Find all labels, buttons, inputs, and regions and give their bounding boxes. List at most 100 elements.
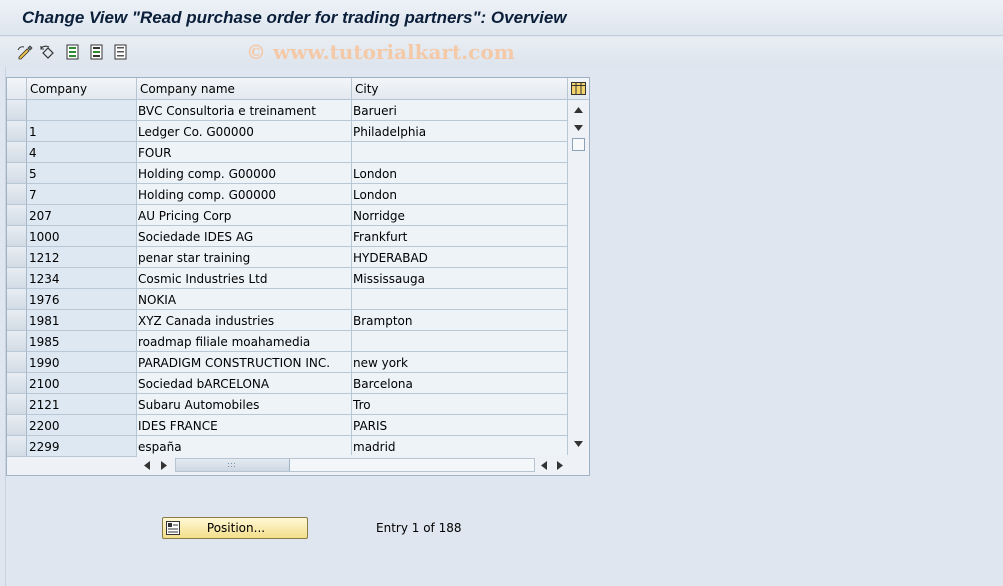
deselect-icon[interactable] bbox=[111, 42, 131, 62]
city-cell[interactable]: Barueri bbox=[352, 100, 568, 121]
select-all-column-header[interactable] bbox=[7, 78, 27, 100]
company-cell[interactable]: 1234 bbox=[27, 268, 137, 289]
city-cell[interactable]: Brampton bbox=[352, 310, 568, 331]
company-cell[interactable] bbox=[27, 100, 137, 121]
company-name-cell[interactable]: Sociedad bARCELONA bbox=[137, 373, 352, 394]
row-selector[interactable] bbox=[7, 184, 27, 205]
city-cell[interactable]: Norridge bbox=[352, 205, 568, 226]
company-name-cell[interactable]: PARADIGM CONSTRUCTION INC. bbox=[137, 352, 352, 373]
city-cell[interactable]: madrid bbox=[352, 436, 568, 457]
column-header-company-name[interactable]: Company name bbox=[137, 78, 352, 100]
table-row[interactable]: 5 Holding comp. G00000 London bbox=[7, 163, 568, 184]
table-row[interactable]: 2121 Subaru Automobiles Tro bbox=[7, 394, 568, 415]
row-selector[interactable] bbox=[7, 310, 27, 331]
scroll-left-end-icon[interactable] bbox=[539, 460, 549, 470]
row-selector[interactable] bbox=[7, 415, 27, 436]
undo-icon[interactable] bbox=[38, 42, 58, 62]
company-name-cell[interactable]: Holding comp. G00000 bbox=[137, 163, 352, 184]
scroll-thumb[interactable] bbox=[572, 138, 585, 151]
horizontal-scrollbar[interactable] bbox=[137, 455, 568, 475]
table-row[interactable]: 2200 IDES FRANCE PARIS bbox=[7, 415, 568, 436]
scroll-up-icon[interactable] bbox=[573, 104, 584, 115]
table-row[interactable]: 207 AU Pricing Corp Norridge bbox=[7, 205, 568, 226]
company-cell[interactable]: 207 bbox=[27, 205, 137, 226]
city-cell[interactable]: Philadelphia bbox=[352, 121, 568, 142]
row-selector[interactable] bbox=[7, 352, 27, 373]
row-selector[interactable] bbox=[7, 268, 27, 289]
table-row[interactable]: 1000 Sociedade IDES AG Frankfurt bbox=[7, 226, 568, 247]
company-cell[interactable]: 2100 bbox=[27, 373, 137, 394]
table-row[interactable]: 1985 roadmap filiale moahamedia bbox=[7, 331, 568, 352]
company-name-cell[interactable]: FOUR bbox=[137, 142, 352, 163]
table-row[interactable]: 1981 XYZ Canada industries Brampton bbox=[7, 310, 568, 331]
scroll-left-icon[interactable] bbox=[142, 460, 152, 470]
city-cell[interactable]: London bbox=[352, 163, 568, 184]
company-cell[interactable]: 1000 bbox=[27, 226, 137, 247]
company-cell[interactable]: 1976 bbox=[27, 289, 137, 310]
row-selector[interactable] bbox=[7, 100, 27, 121]
row-selector[interactable] bbox=[7, 394, 27, 415]
company-name-cell[interactable]: Cosmic Industries Ltd bbox=[137, 268, 352, 289]
city-cell[interactable]: Tro bbox=[352, 394, 568, 415]
row-selector[interactable] bbox=[7, 163, 27, 184]
scroll-right-icon[interactable] bbox=[159, 460, 169, 470]
company-name-cell[interactable]: AU Pricing Corp bbox=[137, 205, 352, 226]
table-row[interactable]: 2299 españa madrid bbox=[7, 436, 568, 457]
table-row[interactable]: BVC Consultoria e treinament Barueri bbox=[7, 100, 568, 121]
table-row[interactable]: 1976 NOKIA bbox=[7, 289, 568, 310]
row-selector[interactable] bbox=[7, 436, 27, 457]
company-name-cell[interactable]: Sociedade IDES AG bbox=[137, 226, 352, 247]
company-name-cell[interactable]: españa bbox=[137, 436, 352, 457]
row-selector[interactable] bbox=[7, 289, 27, 310]
company-cell[interactable]: 5 bbox=[27, 163, 137, 184]
city-cell[interactable]: Mississauga bbox=[352, 268, 568, 289]
company-name-cell[interactable]: XYZ Canada industries bbox=[137, 310, 352, 331]
city-cell[interactable]: PARIS bbox=[352, 415, 568, 436]
row-selector[interactable] bbox=[7, 121, 27, 142]
row-selector[interactable] bbox=[7, 205, 27, 226]
company-name-cell[interactable]: Holding comp. G00000 bbox=[137, 184, 352, 205]
city-cell[interactable]: London bbox=[352, 184, 568, 205]
scroll-right-end-icon[interactable] bbox=[555, 460, 565, 470]
company-name-cell[interactable]: NOKIA bbox=[137, 289, 352, 310]
city-cell[interactable]: HYDERABAD bbox=[352, 247, 568, 268]
table-settings-icon[interactable] bbox=[568, 78, 589, 100]
company-name-cell[interactable]: BVC Consultoria e treinament bbox=[137, 100, 352, 121]
company-name-cell[interactable]: penar star training bbox=[137, 247, 352, 268]
company-cell[interactable]: 1985 bbox=[27, 331, 137, 352]
company-cell[interactable]: 7 bbox=[27, 184, 137, 205]
city-cell[interactable]: Barcelona bbox=[352, 373, 568, 394]
company-cell[interactable]: 2121 bbox=[27, 394, 137, 415]
table-row[interactable]: 1 Ledger Co. G00000 Philadelphia bbox=[7, 121, 568, 142]
company-cell[interactable]: 1212 bbox=[27, 247, 137, 268]
company-cell[interactable]: 4 bbox=[27, 142, 137, 163]
row-selector[interactable] bbox=[7, 226, 27, 247]
city-cell[interactable] bbox=[352, 331, 568, 352]
table-row[interactable]: 1234 Cosmic Industries Ltd Mississauga bbox=[7, 268, 568, 289]
table-row[interactable]: 1212 penar star training HYDERABAD bbox=[7, 247, 568, 268]
row-selector[interactable] bbox=[7, 373, 27, 394]
horizontal-scroll-thumb[interactable] bbox=[176, 459, 290, 471]
company-cell[interactable]: 2299 bbox=[27, 436, 137, 457]
table-row[interactable]: 1990 PARADIGM CONSTRUCTION INC. new york bbox=[7, 352, 568, 373]
scroll-page-down-icon[interactable] bbox=[573, 122, 584, 133]
select-block-icon[interactable] bbox=[87, 42, 107, 62]
table-row[interactable]: 7 Holding comp. G00000 London bbox=[7, 184, 568, 205]
company-cell[interactable]: 1 bbox=[27, 121, 137, 142]
city-cell[interactable]: new york bbox=[352, 352, 568, 373]
company-cell[interactable]: 1981 bbox=[27, 310, 137, 331]
scroll-down-icon[interactable] bbox=[573, 438, 584, 449]
city-cell[interactable]: Frankfurt bbox=[352, 226, 568, 247]
city-cell[interactable] bbox=[352, 142, 568, 163]
row-selector[interactable] bbox=[7, 331, 27, 352]
select-all-icon[interactable] bbox=[63, 42, 83, 62]
table-row[interactable]: 4 FOUR bbox=[7, 142, 568, 163]
company-name-cell[interactable]: Ledger Co. G00000 bbox=[137, 121, 352, 142]
row-selector[interactable] bbox=[7, 142, 27, 163]
company-name-cell[interactable]: roadmap filiale moahamedia bbox=[137, 331, 352, 352]
column-header-city[interactable]: City bbox=[352, 78, 568, 100]
row-selector[interactable] bbox=[7, 247, 27, 268]
company-cell[interactable]: 2200 bbox=[27, 415, 137, 436]
column-header-company[interactable]: Company bbox=[27, 78, 137, 100]
edit-icon[interactable] bbox=[15, 42, 35, 62]
